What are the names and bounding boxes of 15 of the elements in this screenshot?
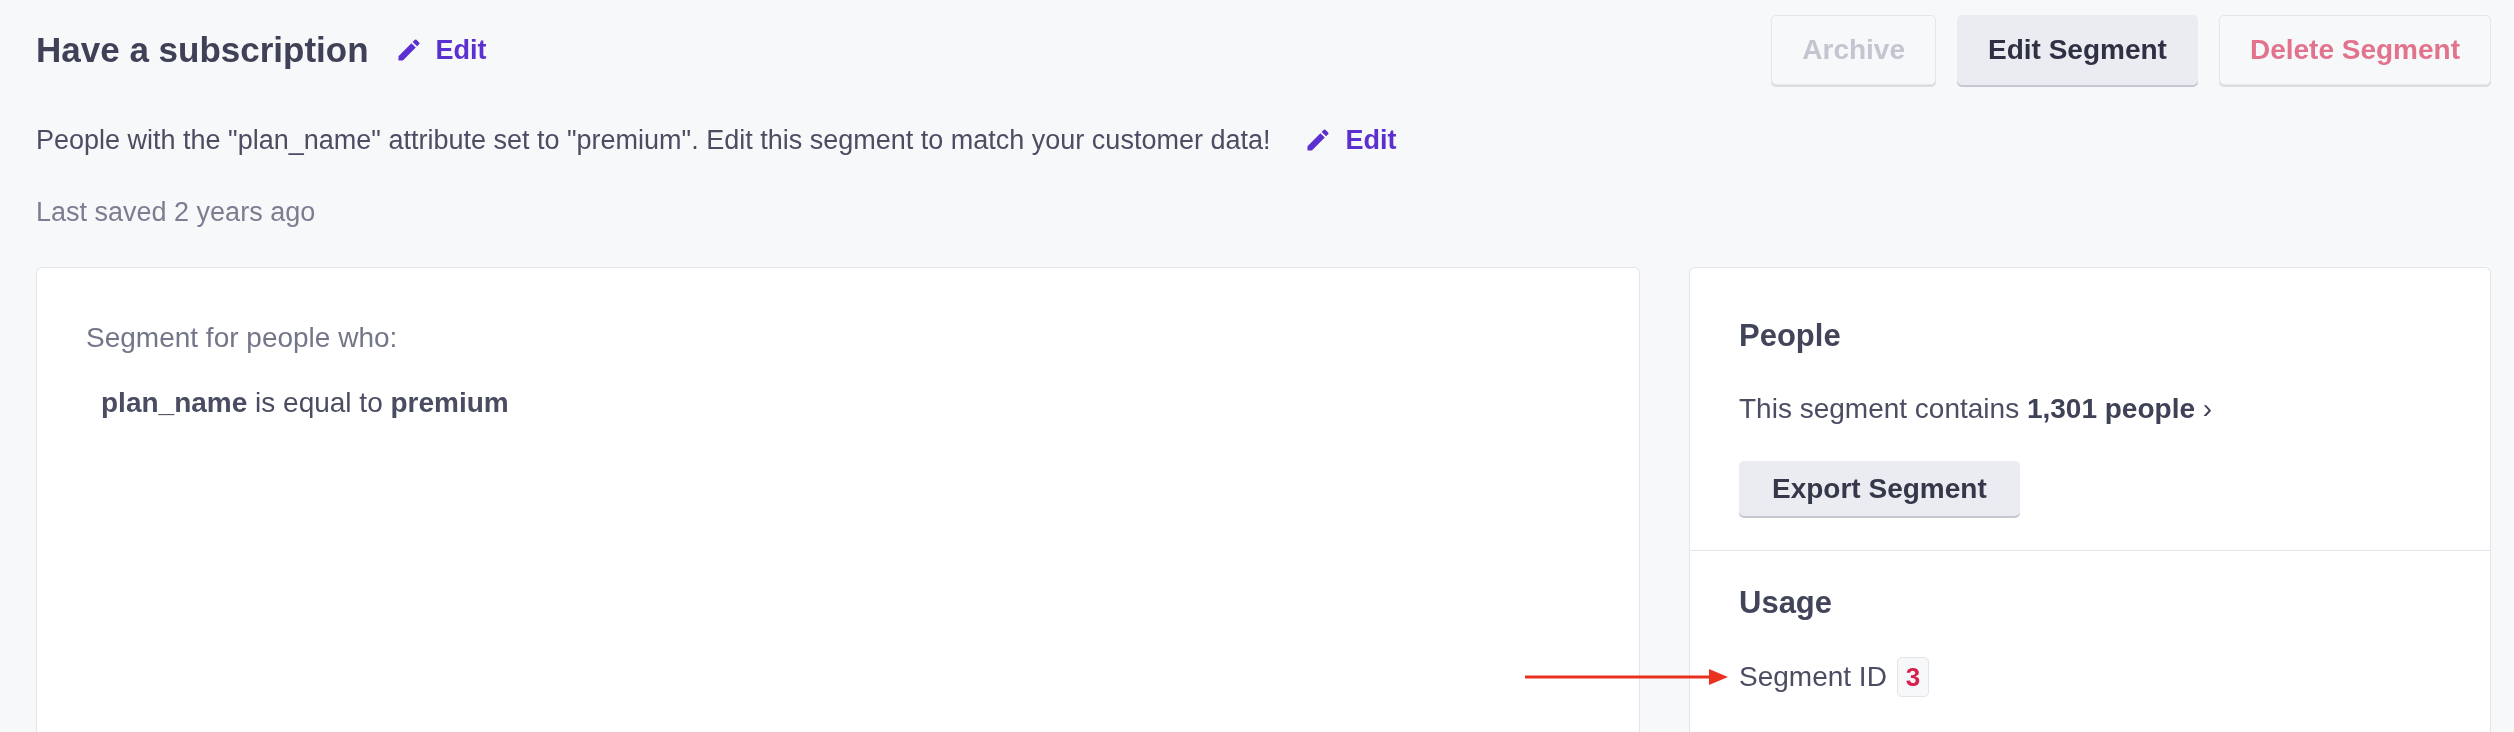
segment-title: Have a subscription [36,30,369,70]
edit-segment-button[interactable]: Edit Segment [1957,15,2198,85]
last-saved-text: Last saved 2 years ago [36,197,317,227]
people-summary: This segment contains 1,301 people › [1739,394,2214,424]
export-segment-button[interactable]: Export Segment [1739,461,2020,516]
segment-id-label: Segment ID [1739,662,1887,692]
people-heading: People [1739,319,1842,353]
edit-title-button[interactable]: Edit [394,34,487,66]
conditions-heading: Segment for people who: [86,323,399,353]
condition-text: plan_name is equal to premium [100,388,510,418]
people-count-link[interactable]: 1,301 people › [2026,393,2213,424]
edit-description-button[interactable]: Edit [1304,124,1397,156]
segment-id-badge: 3 [1896,657,1930,697]
segment-description: People with the "plan_name" attribute set to "premium". Edit this segment to match your customer data! [36,124,1271,157]
usage-heading: Usage [1739,586,1834,620]
